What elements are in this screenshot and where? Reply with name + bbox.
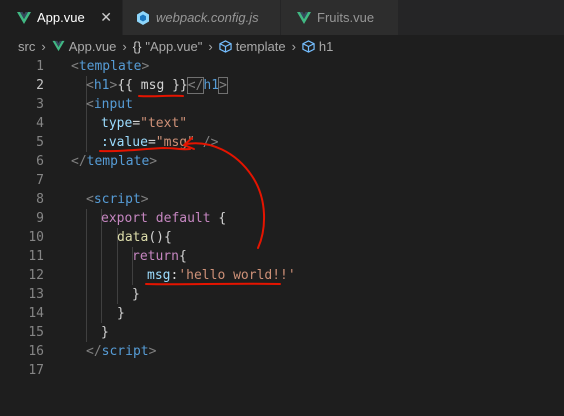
line-number: 6: [36, 154, 44, 169]
code-text: data(){: [117, 230, 172, 245]
tab-label: Fruits.vue: [317, 10, 375, 25]
code-line: 15 }: [0, 323, 564, 342]
tab-fruits-vue[interactable]: Fruits.vue: [281, 0, 398, 35]
code-text: </template>: [71, 154, 158, 169]
cube-icon: [219, 39, 232, 53]
vue-icon: [297, 11, 311, 24]
webpack-icon: [137, 10, 149, 25]
code-text: return{: [132, 249, 187, 264]
line-number: 12: [28, 268, 44, 283]
chevron-right-icon: ›: [208, 38, 213, 54]
line-number: 15: [28, 325, 44, 340]
breadcrumb: src › App.vue › {} "App.vue" › template …: [0, 35, 564, 57]
code-text: type="text": [101, 116, 188, 131]
code-text: }: [101, 325, 109, 340]
code-line: 16 </script>: [0, 342, 564, 361]
code-line: 8 <script>: [0, 190, 564, 209]
line-number: 13: [28, 287, 44, 302]
close-icon[interactable]: ✕: [100, 9, 112, 25]
line-number: 9: [36, 211, 44, 226]
line-number: 16: [28, 344, 44, 359]
line-number: 2: [36, 78, 44, 93]
code-line: 5 :value="msg" />: [0, 133, 564, 152]
chevron-right-icon: ›: [291, 38, 296, 54]
vue-icon: [52, 40, 65, 52]
line-number: 14: [28, 306, 44, 321]
vue-icon: [17, 11, 31, 24]
code-text: }: [117, 306, 125, 321]
breadcrumb-item-src[interactable]: src: [18, 39, 35, 54]
line-number: 5: [36, 135, 44, 150]
code-text: <input: [86, 97, 133, 112]
tab-label: webpack.config.js: [156, 10, 259, 25]
chevron-right-icon: ›: [41, 38, 46, 54]
line-number: 8: [36, 192, 44, 207]
line-number: 4: [36, 116, 44, 131]
code-line: 3 <input: [0, 95, 564, 114]
code-line: 10 data(){: [0, 228, 564, 247]
code-text: <script>: [86, 192, 149, 207]
code-text: <h1>{{ msg }}</h1>: [86, 77, 228, 94]
code-line: 12 msg:'hello world!!': [0, 266, 564, 285]
code-line: 2 <h1>{{ msg }}</h1>: [0, 76, 564, 95]
code-line: 11 return{: [0, 247, 564, 266]
line-number: 7: [36, 173, 44, 188]
line-number: 1: [36, 59, 44, 74]
braces-icon: {}: [132, 38, 142, 54]
breadcrumb-item-h1[interactable]: h1: [319, 39, 333, 54]
code-line: 4 type="text": [0, 114, 564, 133]
breadcrumb-item-app-vue-string[interactable]: "App.vue": [145, 39, 202, 54]
code-text: export default {: [101, 211, 227, 226]
line-number: 3: [36, 97, 44, 112]
tab-bar: App.vue ✕ webpack.config.js Fruits.vue: [0, 0, 564, 35]
line-number: 10: [28, 230, 44, 245]
tab-app-vue[interactable]: App.vue ✕: [0, 0, 122, 35]
tab-webpack-config[interactable]: webpack.config.js: [123, 0, 280, 35]
code-editor[interactable]: 1 <template> 2 <h1>{{ msg }}</h1> 3 <inp…: [0, 57, 564, 416]
code-text: <template>: [71, 59, 150, 74]
code-line: 14 }: [0, 304, 564, 323]
code-line: 7: [0, 171, 564, 190]
code-line: 13 }: [0, 285, 564, 304]
code-text: msg:'hello world!!': [147, 268, 296, 283]
breadcrumb-item-app-vue[interactable]: App.vue: [69, 39, 117, 54]
chevron-right-icon: ›: [122, 38, 127, 54]
code-line: 6 </template>: [0, 152, 564, 171]
code-line: 9 export default {: [0, 209, 564, 228]
code-line: 17: [0, 361, 564, 380]
code-text: }: [132, 287, 140, 302]
cube-icon: [302, 39, 315, 53]
tab-label: App.vue: [37, 10, 85, 25]
line-number: 17: [28, 363, 44, 378]
code-text: :value="msg" />: [101, 135, 219, 150]
code-text: </script>: [86, 344, 157, 359]
code-line: 1 <template>: [0, 57, 564, 76]
breadcrumb-item-template[interactable]: template: [236, 39, 286, 54]
line-number: 11: [28, 249, 44, 264]
